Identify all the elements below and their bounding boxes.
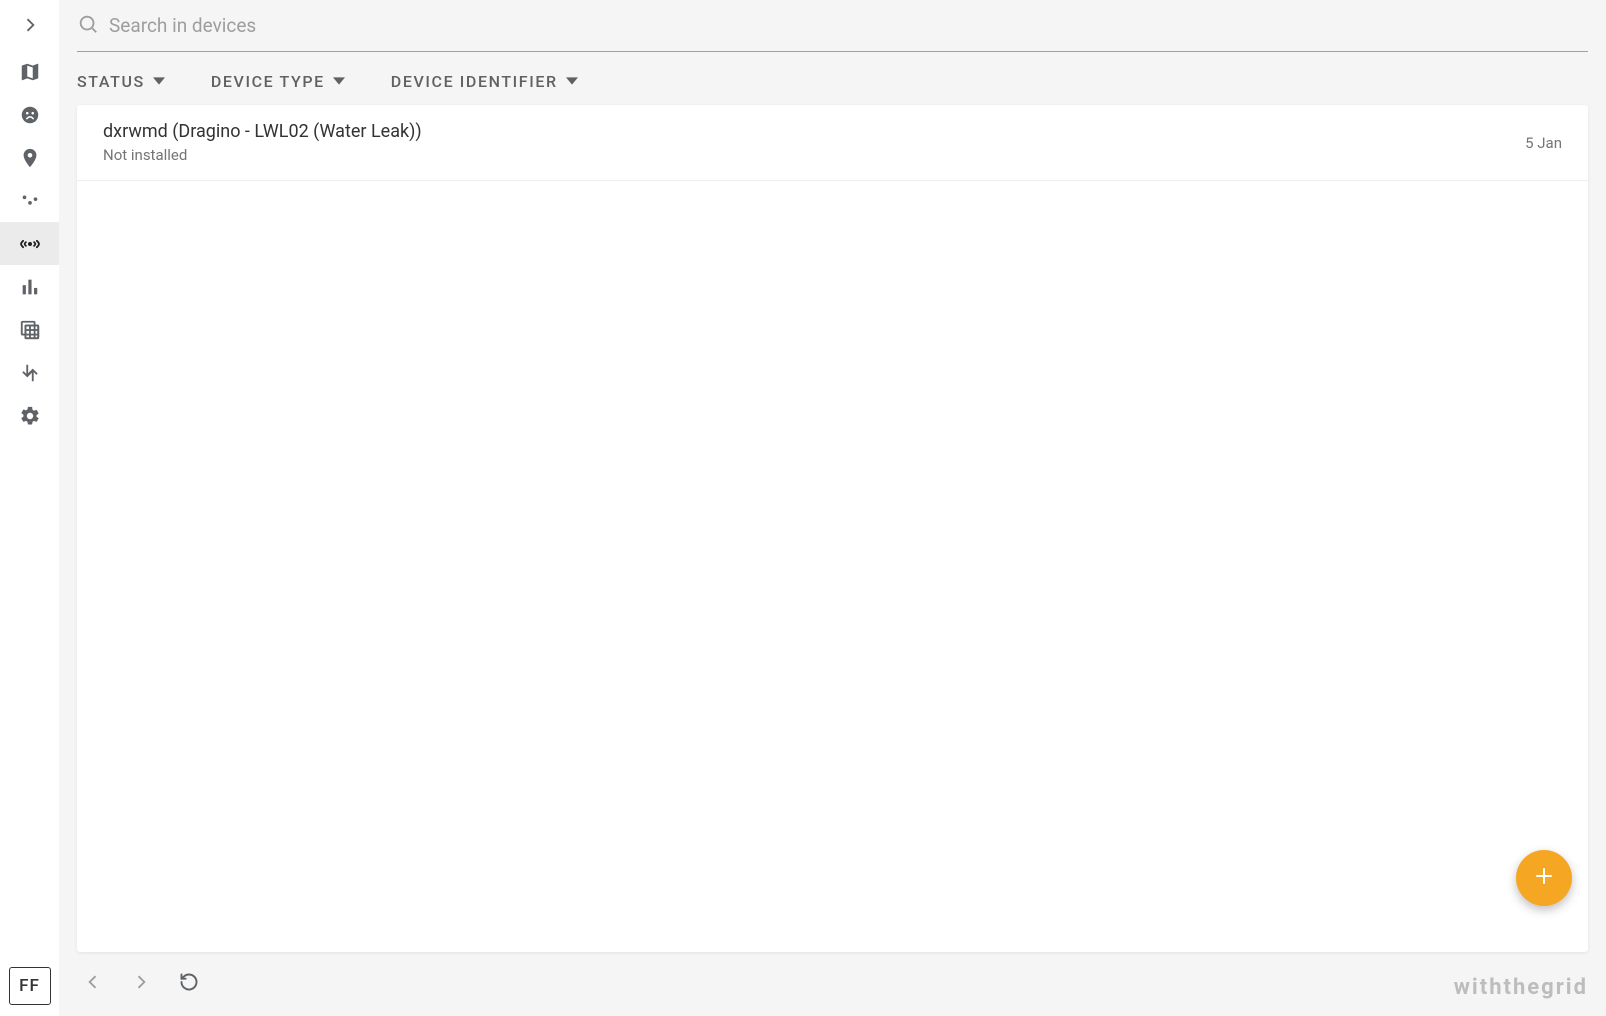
filter-bar: STATUS DEVICE TYPE DEVICE IDENTIFIER bbox=[77, 52, 1588, 105]
sidebar-item-map[interactable] bbox=[0, 50, 59, 93]
sidebar-item-analytics[interactable] bbox=[0, 265, 59, 308]
main: STATUS DEVICE TYPE DEVICE IDENTIFIER dxr… bbox=[59, 0, 1606, 1016]
issues-icon bbox=[19, 104, 41, 126]
device-subtitle: Not installed bbox=[103, 146, 422, 164]
caret-down-icon bbox=[153, 72, 165, 91]
search-icon bbox=[77, 13, 99, 39]
device-date: 5 Jan bbox=[1525, 134, 1562, 152]
filter-device-identifier[interactable]: DEVICE IDENTIFIER bbox=[391, 72, 578, 91]
search-input[interactable] bbox=[109, 8, 1588, 43]
filter-status-label: STATUS bbox=[77, 72, 145, 91]
sliders-icon bbox=[19, 190, 41, 212]
brand-text: withthegrid bbox=[1454, 975, 1588, 1000]
device-row-text: dxrwmd (Dragino - LWL02 (Water Leak)) No… bbox=[103, 121, 422, 164]
import-export-icon bbox=[19, 362, 41, 384]
fab-add[interactable] bbox=[1516, 850, 1572, 906]
filter-device-type-label: DEVICE TYPE bbox=[211, 72, 325, 91]
filter-device-type[interactable]: DEVICE TYPE bbox=[211, 72, 345, 91]
caret-down-icon bbox=[566, 72, 578, 91]
sidebar-item-locations[interactable] bbox=[0, 136, 59, 179]
device-list: dxrwmd (Dragino - LWL02 (Water Leak)) No… bbox=[77, 105, 1588, 952]
plus-icon bbox=[1532, 862, 1556, 895]
pager bbox=[77, 952, 1588, 998]
sidebar-expand[interactable] bbox=[0, 0, 59, 50]
sidebar-avatar[interactable]: FF bbox=[0, 956, 59, 1016]
avatar-initials: FF bbox=[19, 976, 40, 996]
chevron-left-icon bbox=[83, 972, 103, 996]
sidebar-item-tables[interactable] bbox=[0, 308, 59, 351]
tables-icon bbox=[19, 319, 41, 341]
analytics-icon bbox=[19, 276, 41, 298]
caret-down-icon bbox=[333, 72, 345, 91]
avatar: FF bbox=[9, 967, 51, 1005]
brand-logo: withthegrid bbox=[1454, 974, 1588, 1000]
device-row[interactable]: dxrwmd (Dragino - LWL02 (Water Leak)) No… bbox=[77, 105, 1588, 181]
filter-status[interactable]: STATUS bbox=[77, 72, 165, 91]
filter-device-identifier-label: DEVICE IDENTIFIER bbox=[391, 72, 558, 91]
devices-icon bbox=[19, 233, 41, 255]
refresh-icon bbox=[179, 972, 199, 996]
pager-prev[interactable] bbox=[79, 970, 107, 998]
sidebar-item-import-export[interactable] bbox=[0, 351, 59, 394]
sidebar-item-settings[interactable] bbox=[0, 394, 59, 437]
sidebar-item-controls[interactable] bbox=[0, 179, 59, 222]
chevron-right-icon bbox=[131, 972, 151, 996]
sidebar: FF bbox=[0, 0, 59, 1016]
location-icon bbox=[19, 147, 41, 169]
map-icon bbox=[19, 61, 41, 83]
sidebar-item-issues[interactable] bbox=[0, 93, 59, 136]
sidebar-item-devices[interactable] bbox=[0, 222, 59, 265]
chevron-right-icon bbox=[20, 15, 40, 35]
device-title: dxrwmd (Dragino - LWL02 (Water Leak)) bbox=[103, 121, 422, 142]
search-bar bbox=[77, 0, 1588, 52]
settings-icon bbox=[19, 405, 41, 427]
pager-refresh[interactable] bbox=[175, 970, 203, 998]
pager-next[interactable] bbox=[127, 970, 155, 998]
